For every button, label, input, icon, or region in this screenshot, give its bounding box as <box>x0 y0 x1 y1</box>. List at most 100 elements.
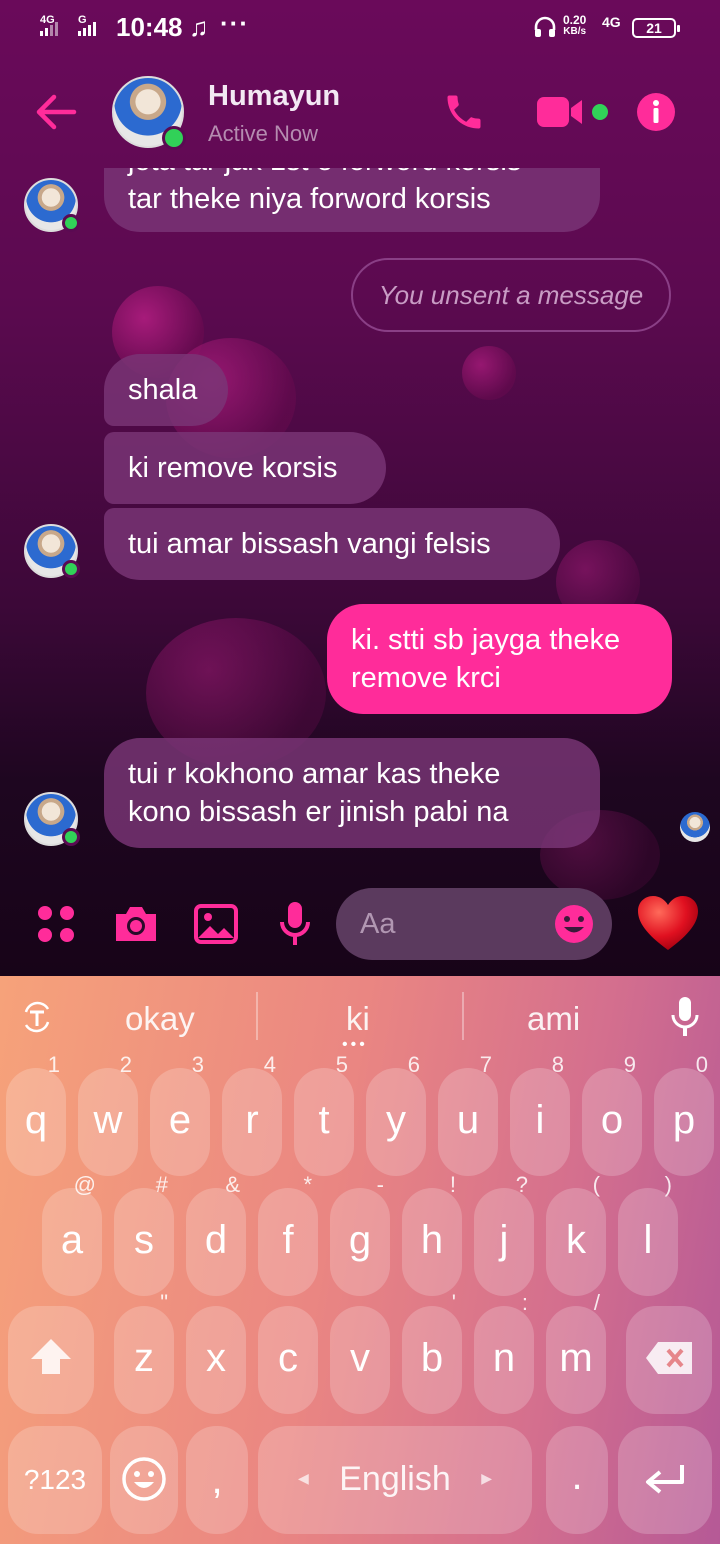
message-text: remove krci <box>351 662 501 694</box>
key-d[interactable]: d & <box>186 1172 246 1296</box>
back-arrow-icon[interactable] <box>34 92 78 132</box>
key-label: a <box>60 1218 84 1262</box>
key-hint: : <box>521 1290 528 1315</box>
comma-key[interactable]: , <box>186 1426 248 1534</box>
period-key[interactable]: . <box>546 1426 608 1534</box>
key-k[interactable]: k( <box>546 1172 606 1296</box>
period-key-label: . <box>571 1454 583 1498</box>
emoji-icon[interactable] <box>554 904 594 944</box>
key-hint: 9 <box>623 1052 636 1077</box>
message-text: shala <box>128 374 198 406</box>
phone-call-icon[interactable] <box>442 90 486 134</box>
key-z[interactable]: z " <box>114 1290 174 1414</box>
key-l[interactable]: l) <box>618 1172 678 1296</box>
translate-icon[interactable] <box>20 1000 54 1034</box>
online-indicator <box>162 126 186 150</box>
seen-receipt-avatar <box>680 812 710 842</box>
key-hint: 0 <box>695 1052 708 1077</box>
key-hint: - <box>376 1172 384 1197</box>
info-icon[interactable] <box>636 92 676 132</box>
unsent-text: You unsent a message <box>378 279 644 310</box>
key-h[interactable]: h! <box>402 1172 462 1296</box>
key-x[interactable]: x <box>186 1306 246 1414</box>
key-c[interactable]: c <box>258 1306 318 1414</box>
key-q[interactable]: q1 <box>6 1052 66 1176</box>
camera-icon[interactable] <box>112 904 160 944</box>
enter-icon <box>646 1465 684 1494</box>
signal-icon <box>78 22 96 36</box>
suggestion-divider <box>256 992 258 1040</box>
suggestion-3[interactable]: ami <box>527 1000 580 1038</box>
suggestion-1[interactable]: okay <box>125 1000 195 1038</box>
key-label: n <box>492 1336 516 1380</box>
key-t[interactable]: t5 <box>294 1052 354 1176</box>
outgoing-message[interactable]: ki. stti sb jayga theke remove krci <box>327 604 672 714</box>
key-v[interactable]: v <box>330 1306 390 1414</box>
space-right-arrow-icon: ▶ <box>481 1470 492 1486</box>
key-i[interactable]: i8 <box>510 1052 570 1176</box>
heart-like-icon[interactable] <box>636 894 700 952</box>
key-m[interactable]: m / <box>546 1290 606 1414</box>
key-g[interactable]: g- <box>330 1172 390 1296</box>
shift-key[interactable] <box>8 1306 94 1414</box>
key-hint: 4 <box>263 1052 276 1077</box>
space-key[interactable]: ◀ English ▶ <box>258 1426 532 1534</box>
key-label: r <box>245 1098 259 1142</box>
key-label: s <box>134 1218 154 1262</box>
key-label: f <box>282 1218 294 1262</box>
symbols-key[interactable]: ?123 <box>8 1426 102 1534</box>
voice-input-icon[interactable] <box>670 996 700 1038</box>
key-hint: " <box>160 1290 168 1315</box>
key-a[interactable]: a @ <box>42 1172 102 1296</box>
key-hint: 8 <box>551 1052 564 1077</box>
incoming-message[interactable]: ki remove korsis <box>104 432 386 504</box>
key-label: j <box>499 1218 509 1262</box>
key-j[interactable]: j? <box>474 1172 534 1296</box>
key-label: g <box>348 1218 372 1262</box>
key-o[interactable]: o9 <box>582 1052 642 1176</box>
key-e[interactable]: e3 <box>150 1052 210 1176</box>
key-label: k <box>566 1218 586 1262</box>
key-label: c <box>278 1336 298 1380</box>
keyboard[interactable]: okay ki ••• ami q1w2e3r4t5y6u7i8o9p0 a @ s… <box>0 976 720 1544</box>
key-hint: @ <box>73 1172 96 1197</box>
emoji-key[interactable] <box>110 1426 178 1534</box>
key-hint: & <box>225 1172 240 1197</box>
key-label: o <box>600 1098 624 1142</box>
message-input[interactable]: Aa <box>336 888 612 960</box>
key-w[interactable]: w2 <box>78 1052 138 1176</box>
speed-value: 0.20 <box>563 13 587 27</box>
incoming-message[interactable]: tui amar bissash vangi felsis <box>104 508 560 580</box>
message-text: tui r kokhono amar kas theke <box>128 758 501 790</box>
contact-name[interactable]: Humayun <box>208 80 340 113</box>
message-text: kono bissash er jinish pabi na <box>128 796 509 828</box>
more-notifications-icon: ··· <box>220 8 249 38</box>
key-hint: 3 <box>191 1052 204 1077</box>
network-speed: 0.20 KB/s <box>563 14 586 38</box>
key-hint: ? <box>515 1172 528 1197</box>
key-hint: * <box>303 1172 312 1197</box>
incoming-message[interactable]: shala <box>104 354 228 426</box>
apps-menu-icon[interactable] <box>36 904 76 944</box>
key-r[interactable]: r4 <box>222 1052 282 1176</box>
key-label: d <box>204 1218 228 1262</box>
microphone-icon[interactable] <box>278 900 312 948</box>
key-y[interactable]: y6 <box>366 1052 426 1176</box>
key-u[interactable]: u7 <box>438 1052 498 1176</box>
key-b[interactable]: b ' <box>402 1290 462 1414</box>
key-p[interactable]: p0 <box>654 1052 714 1176</box>
suggestion-2[interactable]: ki <box>346 1000 370 1038</box>
message-text: ki. stti sb jayga theke <box>351 624 621 656</box>
incoming-message[interactable]: jota tar jak 1st e forword korsis tar th… <box>104 168 600 232</box>
backspace-key[interactable] <box>626 1306 712 1414</box>
video-call-icon[interactable] <box>536 94 586 130</box>
signal-icon <box>40 22 58 36</box>
incoming-message[interactable]: tui r kokhono amar kas theke kono bissas… <box>104 738 600 848</box>
key-n[interactable]: n: <box>474 1290 534 1414</box>
gallery-icon[interactable] <box>194 904 238 944</box>
key-hint: ' <box>451 1290 456 1315</box>
contact-status: Active Now <box>208 121 319 146</box>
enter-key[interactable] <box>618 1426 712 1534</box>
key-s[interactable]: s # <box>114 1172 174 1296</box>
key-f[interactable]: f * <box>258 1172 318 1296</box>
